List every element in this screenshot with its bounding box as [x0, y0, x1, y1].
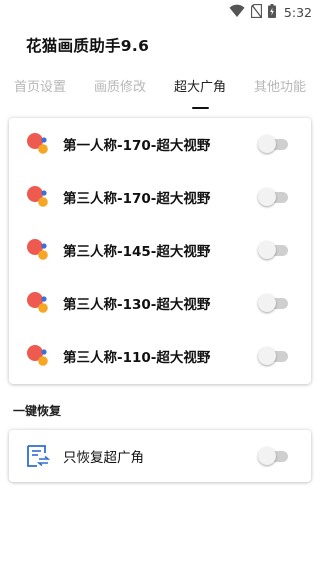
section-header-restore: 一键恢复 — [13, 404, 62, 418]
toggle-thumb — [258, 347, 276, 365]
row-label: 第三人称-145-超大视野 — [63, 244, 211, 260]
list-item: 第三人称-110-超大视野 — [9, 330, 311, 383]
tab-home-settings[interactable]: 首页设置 — [0, 78, 80, 98]
toggle-thumb — [258, 294, 276, 312]
toggle-switch[interactable] — [258, 241, 290, 261]
tab-quality-modify[interactable]: 画质修改 — [80, 78, 160, 98]
bubbles-icon — [25, 237, 51, 263]
restore-card: 只恢复超广角 — [9, 430, 311, 482]
status-icons: 5:32 — [229, 3, 312, 21]
list-item: 第三人称-130-超大视野 — [9, 277, 311, 330]
toggle-switch[interactable] — [258, 447, 290, 467]
toggle-switch[interactable] — [258, 135, 290, 155]
bubbles-icon — [25, 184, 51, 210]
wide-angle-card: 第一人称-170-超大视野 第三人称-170-超大视野 第三人称-145-超大视… — [9, 118, 311, 384]
wifi-icon — [229, 3, 245, 22]
row-label: 第三人称-170-超大视野 — [63, 191, 211, 207]
app-title: 花猫画质助手9.6 — [26, 37, 150, 55]
active-tab-indicator — [192, 107, 209, 109]
toggle-switch[interactable] — [258, 347, 290, 367]
tab-other-functions[interactable]: 其他功能 — [240, 78, 320, 98]
toggle-thumb — [258, 447, 276, 465]
row-label: 第三人称-110-超大视野 — [63, 350, 211, 366]
list-item: 第三人称-145-超大视野 — [9, 224, 311, 277]
list-item: 只恢复超广角 — [9, 430, 311, 483]
row-label: 第一人称-170-超大视野 — [63, 138, 211, 154]
status-time: 5:32 — [283, 4, 312, 20]
list-item: 第一人称-170-超大视野 — [9, 118, 311, 171]
row-label: 第三人称-130-超大视野 — [63, 297, 211, 313]
row-label: 只恢复超广角 — [63, 450, 144, 466]
no-sim-icon — [250, 3, 263, 22]
bubbles-icon — [25, 343, 51, 369]
toggle-thumb — [258, 241, 276, 259]
toggle-switch[interactable] — [258, 188, 290, 208]
bubbles-icon — [25, 290, 51, 316]
restore-doc-icon — [25, 443, 51, 469]
tab-bar: 首页设置 画质修改 超大广角 其他功能 — [0, 78, 320, 112]
tab-super-wide-angle[interactable]: 超大广角 — [160, 78, 240, 98]
bubbles-icon — [25, 131, 51, 157]
list-item: 第三人称-170-超大视野 — [9, 171, 311, 224]
battery-charging-icon — [267, 3, 276, 22]
toggle-thumb — [258, 135, 276, 153]
toggle-switch[interactable] — [258, 294, 290, 314]
toggle-thumb — [258, 188, 276, 206]
status-bar: 5:32 — [0, 0, 320, 24]
